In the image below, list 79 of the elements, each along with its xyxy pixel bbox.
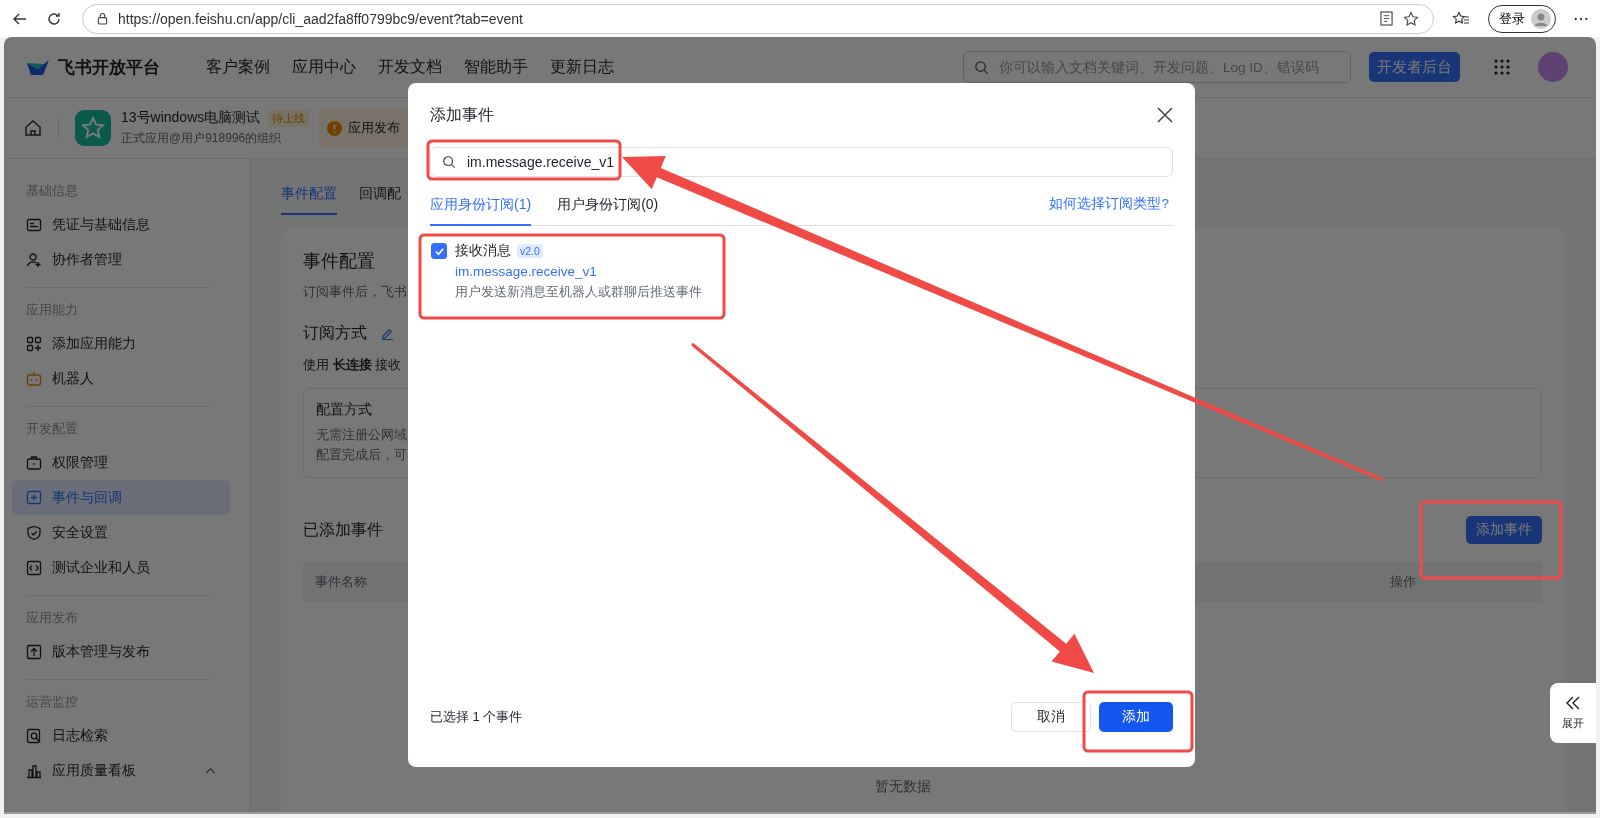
briefcase-icon [26,454,42,471]
console-button[interactable]: 开发者后台 [1369,52,1460,82]
sidebar-item[interactable]: 机器人 [12,361,230,396]
version-badge: v2.0 [517,244,543,258]
upload-icon [26,643,42,660]
reload-icon[interactable] [46,10,62,27]
sidebar-item[interactable]: 安全设置 [12,515,230,550]
empty-text: 暂无数据 [874,778,931,796]
bar-chart-icon [26,762,42,779]
subscription-text: 使用 长连接 接收 [303,356,402,374]
sidebar-item[interactable]: 事件与回调 [12,480,230,515]
sidebar-item[interactable]: 应用质量看板 [12,753,230,788]
sidebar-item[interactable]: 测试企业和人员 [12,550,230,585]
tab[interactable]: 应用身份订阅(1) [430,196,532,226]
tab[interactable]: 事件配置 [281,185,337,215]
section-title: 已添加事件 [303,519,383,540]
selection-summary: 已选择 1 个事件 [430,708,523,726]
search-field[interactable]: im.message.receive_v1 [430,147,1173,177]
login-button[interactable]: 登录 [1488,4,1556,33]
check-icon [433,245,445,257]
sidebar-item[interactable]: 版本管理与发布 [12,634,230,669]
search-icon [442,155,456,169]
sidebar-item[interactable]: 添加应用能力 [12,326,230,361]
logo-text[interactable]: 飞书开放平台 [58,55,160,79]
sidebar-item[interactable]: 日志检索 [12,718,230,753]
nav-link[interactable]: 更新日志 [550,56,614,78]
lock-icon [97,12,108,25]
event-name: 接收消息 [455,242,511,260]
sidebar-item[interactable]: 协作者管理 [12,242,230,277]
reader-icon[interactable] [1380,11,1393,26]
shield-icon [26,524,42,541]
status-badge: 待上线 [268,109,310,127]
double-chevron-icon [1565,695,1581,710]
section-description: 订阅事件后，飞书 [303,283,407,301]
column-header: 事件名称 [315,573,368,591]
nav-link[interactable]: 客户案例 [206,56,270,78]
search-icon [974,59,989,75]
cancel-button[interactable]: 取消 [1011,702,1091,732]
config-text: 配置完成后，可 [316,446,408,464]
user-add-icon [26,251,42,268]
sidebar-item[interactable]: 凭证与基础信息 [12,207,230,242]
add-button[interactable]: 添加 [1099,702,1173,732]
tab[interactable]: 回调配 [359,185,401,215]
code-icon [26,559,42,576]
nav-link[interactable]: 开发文档 [378,56,442,78]
edit-icon[interactable] [381,327,394,340]
log-search-icon [26,727,42,744]
app-subtitle: 正式应用@用户918996的组织 [121,130,283,147]
avatar-icon [1531,8,1551,29]
logo-icon[interactable] [26,57,50,77]
event-icon [26,489,42,506]
event-description: 用户发送新消息至机器人或群聊后推送事件 [455,283,702,301]
expand-button[interactable]: 展开 [1550,683,1596,743]
robot-icon [26,370,42,387]
home-icon[interactable] [24,119,42,137]
card-icon [26,216,42,233]
star-icon[interactable] [1403,10,1419,27]
chevron-up-icon[interactable] [205,767,216,774]
add-event-button[interactable]: 添加事件 [1466,516,1542,544]
help-link[interactable]: 如何选择订阅类型? [1049,195,1169,225]
more-icon[interactable] [1574,16,1588,21]
favorites-icon[interactable] [1452,10,1470,27]
app-icon [75,110,111,146]
section-title: 事件配置 [303,250,375,273]
nav-link[interactable]: 应用中心 [292,56,356,78]
subsection-title: 订阅方式 [303,323,367,343]
tab[interactable]: 用户身份订阅(0) [557,196,659,226]
column-header: 操作 [1390,573,1417,591]
config-title: 配置方式 [316,401,373,419]
close-icon[interactable] [1157,107,1173,123]
apps-icon [26,335,42,352]
nav-link[interactable]: 智能助手 [464,56,528,78]
sidebar-item[interactable]: 权限管理 [12,445,230,480]
checkbox[interactable] [431,243,447,259]
apps-grid-icon[interactable] [1494,59,1510,75]
config-text: 无需注册公网域 [316,426,408,444]
warning-icon [327,120,343,136]
app-name: 13号windows电脑测试 [121,109,261,127]
event-key-link[interactable]: im.message.receive_v1 [455,264,702,279]
